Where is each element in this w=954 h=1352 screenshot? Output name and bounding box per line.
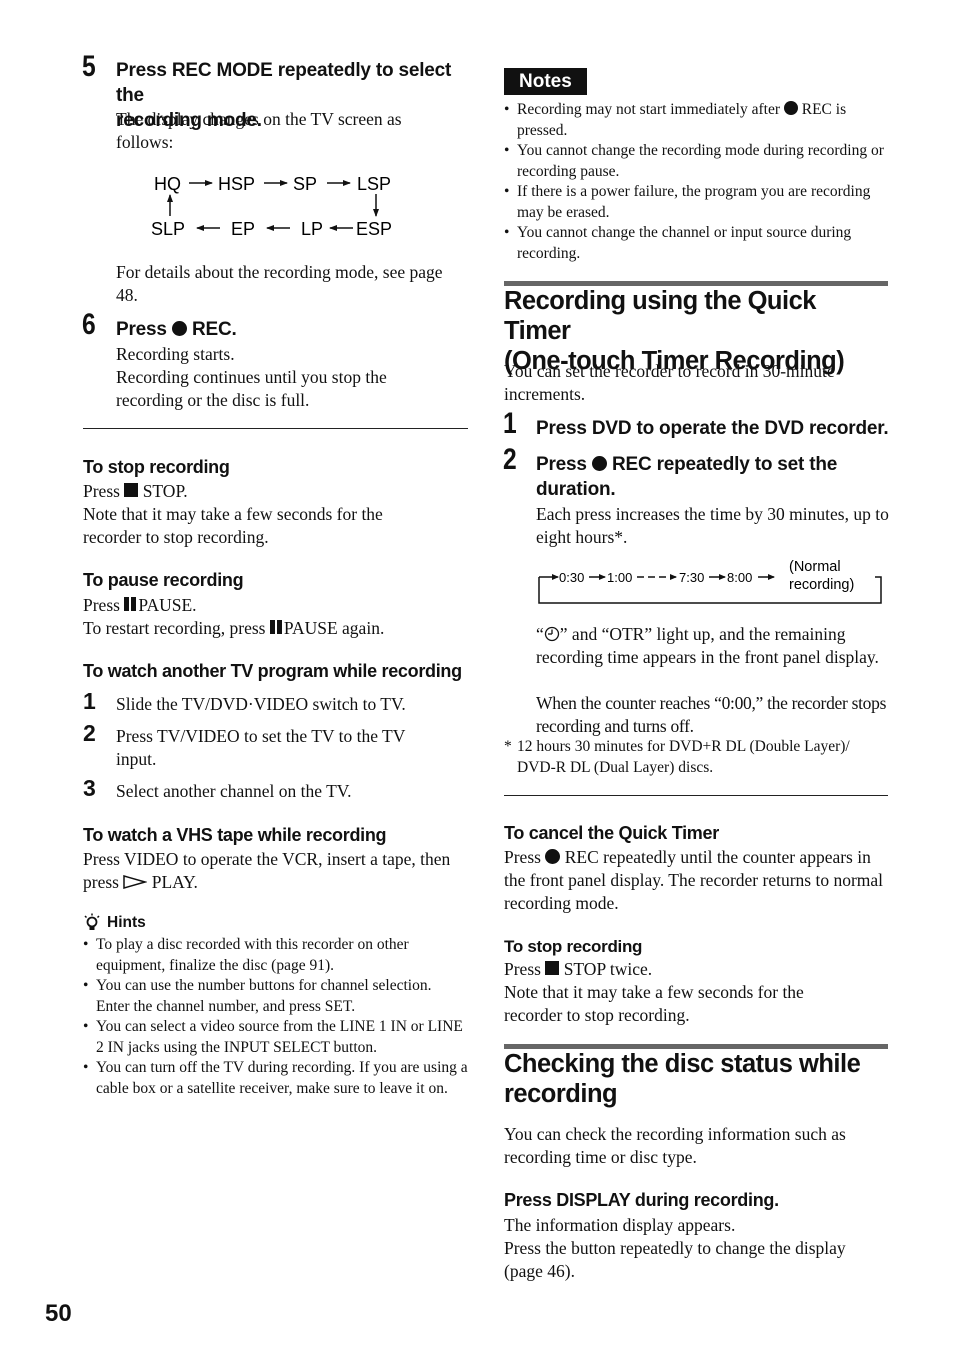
timer-value: 1:00 xyxy=(607,570,632,585)
mode-hsp: HSP xyxy=(218,174,255,194)
mode-lp: LP xyxy=(301,219,323,239)
list-item: To play a disc recorded with this record… xyxy=(83,935,468,976)
quick-timer-diagram: 0:30 1:00 7:30 8:00 (Normal recording) xyxy=(538,559,882,604)
mode-sp: SP xyxy=(293,174,317,194)
page-number: 50 xyxy=(45,1300,72,1327)
list-item: You can turn off the TV during recording… xyxy=(83,1058,468,1099)
timer-value: 0:30 xyxy=(559,570,584,585)
subsection-heading: To stop recording xyxy=(504,937,643,956)
rec-icon xyxy=(545,849,561,864)
step-number: 2 xyxy=(503,443,517,476)
rec-icon xyxy=(591,456,607,471)
section-intro: You can set the recorder to record in 30… xyxy=(504,361,835,404)
section-intro: You can check the recording information … xyxy=(504,1124,846,1167)
list-item: You can use the number buttons for chann… xyxy=(83,976,468,1017)
subsection-body: Press PAUSE. To restart recording, press… xyxy=(83,594,385,640)
recording-mode-details: For details about the recording mode, se… xyxy=(116,262,443,305)
section-heading: Checking the disc status while recording xyxy=(504,1050,861,1108)
subsection-heading: To cancel the Quick Timer xyxy=(504,823,719,843)
subsection-heading: To stop recording xyxy=(83,457,230,477)
list-item: Recording may not start immediately afte… xyxy=(504,100,889,141)
counter-description: When the counter reaches “0:00,” the rec… xyxy=(536,693,887,736)
hints-label: Hints xyxy=(107,914,146,931)
footnote: * 12 hours 30 minutes for DVD+R DL (Doub… xyxy=(504,738,850,776)
list-item: You cannot change the recording mode dur… xyxy=(504,141,889,182)
step-title: Press DVD to operate the DVD recorder. xyxy=(536,418,889,439)
mode-hq: HQ xyxy=(154,174,181,194)
subsection-heading: To watch another TV program while record… xyxy=(83,661,462,681)
step-body: Recording starts. Recording continues un… xyxy=(116,344,387,410)
notes-list: Recording may not start immediately afte… xyxy=(504,100,889,264)
subsection-body: Press STOP twice. Note that it may take … xyxy=(504,959,804,1025)
play-icon xyxy=(123,875,149,889)
mode-slp: SLP xyxy=(151,219,185,239)
list-item: Slide the TV/DVD·VIDEO switch to TV. xyxy=(116,694,406,714)
step-body: The information display appears. Press t… xyxy=(504,1215,846,1281)
lightbulb-icon xyxy=(84,913,100,930)
normal-recording-label: (Normal xyxy=(789,559,841,575)
section-divider xyxy=(83,428,468,429)
rec-icon xyxy=(783,101,798,115)
normal-recording-label: recording) xyxy=(789,577,854,593)
timer-value: 8:00 xyxy=(727,570,752,585)
step-body: The display changes on the TV screen as … xyxy=(116,109,402,152)
step-number: 1 xyxy=(83,688,96,714)
rec-icon xyxy=(171,321,187,336)
subsection-body: Press REC repeatedly until the counter a… xyxy=(504,847,884,913)
mode-ep: EP xyxy=(231,219,255,239)
step-number: 5 xyxy=(82,50,96,83)
step-number: 2 xyxy=(83,720,96,746)
notes-header: Notes xyxy=(504,68,587,95)
list-item: If there is a power failure, the program… xyxy=(504,182,889,223)
hints-list: To play a disc recorded with this record… xyxy=(83,935,468,1099)
step-title: Press REC repeatedly to set the duration… xyxy=(536,454,838,500)
step-number: 1 xyxy=(503,407,517,440)
step-title: Press DISPLAY during recording. xyxy=(504,1190,779,1210)
section-divider xyxy=(504,795,888,796)
list-item: You cannot change the channel or input s… xyxy=(504,223,889,264)
step-title: Press REC. xyxy=(116,319,237,340)
hints-header: Hints xyxy=(83,913,146,933)
list-item: Press TV/VIDEO to set the TV to the TV i… xyxy=(116,726,406,769)
subsection-body: Press STOP. Note that it may take a few … xyxy=(83,481,383,547)
subsection-heading: To pause recording xyxy=(83,570,244,590)
timer-clock-icon xyxy=(544,626,559,642)
otr-description: “” and “OTR” light up, and the remaining… xyxy=(536,624,879,667)
step-body: Each press increases the time by 30 minu… xyxy=(536,504,889,547)
subsection-heading: To watch a VHS tape while recording xyxy=(83,825,387,845)
list-item: You can select a video source from the L… xyxy=(83,1017,468,1058)
mode-lsp: LSP xyxy=(357,174,391,194)
recording-mode-diagram: HQ HSP SP LSP ESP LP EP SLP xyxy=(151,174,392,239)
step-number: 6 xyxy=(82,308,96,341)
pause-icon xyxy=(269,617,284,640)
list-item: Select another channel on the TV. xyxy=(116,781,352,801)
step-number: 3 xyxy=(83,775,96,801)
stop-icon xyxy=(545,961,560,975)
mode-esp: ESP xyxy=(356,219,392,239)
pause-icon xyxy=(124,594,138,617)
subsection-body: Press VIDEO to operate the VCR, insert a… xyxy=(83,849,451,892)
notes-label: Notes xyxy=(504,68,587,95)
stop-icon xyxy=(124,483,139,497)
timer-value: 7:30 xyxy=(679,570,704,585)
